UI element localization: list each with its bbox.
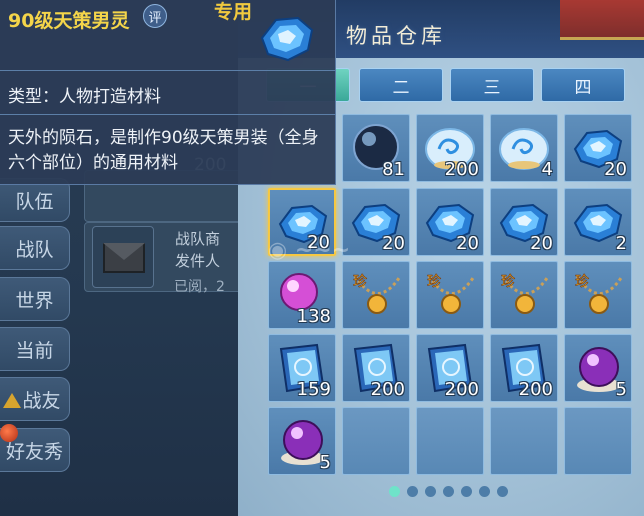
treasure-necklace-icon: 珍 (569, 266, 627, 324)
page-dot[interactable] (443, 486, 454, 497)
chat-tab-world[interactable]: 世界 (0, 277, 70, 321)
notification-dot (0, 424, 18, 442)
inventory-slot[interactable]: 5 (564, 334, 632, 402)
inventory-slot[interactable]: 200 (416, 334, 484, 402)
mail-recipient: 发件人 (175, 252, 221, 270)
item-count: 200 (370, 379, 405, 400)
empty-inventory-slot[interactable] (416, 407, 484, 475)
inventory-slot[interactable]: 珍 (416, 261, 484, 329)
exclusive-tag: 专用 (214, 1, 253, 23)
svg-text:珍: 珍 (501, 274, 515, 290)
tab-page-3[interactable]: 三 (450, 68, 534, 102)
item-count: 200 (444, 379, 479, 400)
warehouse-title: 物品仓库 (346, 24, 446, 48)
svg-text:珍: 珍 (427, 274, 441, 290)
tab-label: 三 (483, 77, 501, 98)
page-dot[interactable] (407, 486, 418, 497)
chat-tab-comrade[interactable]: 战友 (0, 377, 70, 421)
item-count: 138 (296, 306, 331, 327)
empty-inventory-slot[interactable] (490, 407, 558, 475)
inventory-slot[interactable]: 159 (268, 334, 336, 402)
chat-tab-label: 队伍 (15, 190, 54, 213)
tab-page-2[interactable]: 二 (359, 68, 443, 102)
chat-tab-label: 战队 (15, 238, 54, 261)
treasure-necklace-icon: 珍 (421, 266, 479, 324)
item-count: 200 (518, 379, 553, 400)
warning-icon (3, 393, 21, 408)
mail-icon (92, 226, 154, 288)
item-count: 20 (456, 233, 479, 254)
chat-tab-current[interactable]: 当前 (0, 327, 70, 371)
item-type: 类型：人物打造材料 (8, 87, 161, 107)
mail-status: 已阅，2 (174, 279, 225, 295)
item-count: 81 (382, 159, 405, 180)
item-count: 5 (319, 452, 331, 473)
page-dot[interactable] (461, 486, 472, 497)
item-count: 4 (541, 159, 553, 180)
inventory-slot[interactable]: 200 (342, 334, 410, 402)
rating-badge[interactable]: 评 (143, 4, 167, 28)
item-count: 2 (615, 233, 627, 254)
inventory-slot[interactable]: 5 (268, 407, 336, 475)
divider (0, 70, 336, 71)
item-name: 90级天策男灵 (8, 10, 130, 32)
mail-sender: 战队商 (175, 230, 221, 248)
item-count: 159 (296, 379, 331, 400)
page-dot[interactable] (389, 486, 400, 497)
item-description: 天外的陨石，是制作90级天策男装（全身六个部位）的通用材料 (8, 128, 319, 173)
item-count: 20 (604, 159, 627, 180)
item-tooltip: 90级天策男灵 评 专用 类型：人物打造材料 天外的陨石，是制作90级天策男装（… (0, 0, 336, 185)
envelope-icon (103, 243, 145, 273)
inventory-slot[interactable]: 81 (342, 114, 410, 182)
blue-meteorite-icon (254, 8, 318, 68)
inventory-slot[interactable]: 20 (490, 188, 558, 256)
inventory-slot[interactable]: 200 (490, 334, 558, 402)
page-dot[interactable] (425, 486, 436, 497)
chat-tab-label: 世界 (15, 289, 54, 312)
chat-tab-label: 当前 (15, 339, 54, 362)
empty-inventory-slot[interactable] (564, 407, 632, 475)
item-count: 20 (530, 233, 553, 254)
inventory-slot[interactable]: 珍 (490, 261, 558, 329)
chat-tab-squad[interactable]: 战队 (0, 226, 70, 270)
item-count: 5 (615, 379, 627, 400)
tab-label: 二 (392, 77, 410, 98)
inventory-slot[interactable]: 20 (564, 114, 632, 182)
inventory-slot[interactable]: 20 (416, 188, 484, 256)
decoration-banner (560, 0, 644, 40)
svg-text:珍: 珍 (575, 274, 589, 290)
tab-label: 四 (574, 77, 592, 98)
chat-tab-label: 好友秀 (5, 440, 63, 463)
page-dot[interactable] (497, 486, 508, 497)
page-dot[interactable] (479, 486, 490, 497)
inventory-slot[interactable]: 200 (416, 114, 484, 182)
watermark: ◉ ~~~ (268, 238, 351, 263)
inventory-slot[interactable]: 珍 (564, 261, 632, 329)
treasure-necklace-icon: 珍 (495, 266, 553, 324)
tab-page-4[interactable]: 四 (541, 68, 625, 102)
empty-inventory-slot[interactable] (342, 407, 410, 475)
item-count: 200 (444, 159, 479, 180)
inventory-slot[interactable]: 4 (490, 114, 558, 182)
inventory-slot[interactable]: 2 (564, 188, 632, 256)
divider (0, 114, 336, 115)
